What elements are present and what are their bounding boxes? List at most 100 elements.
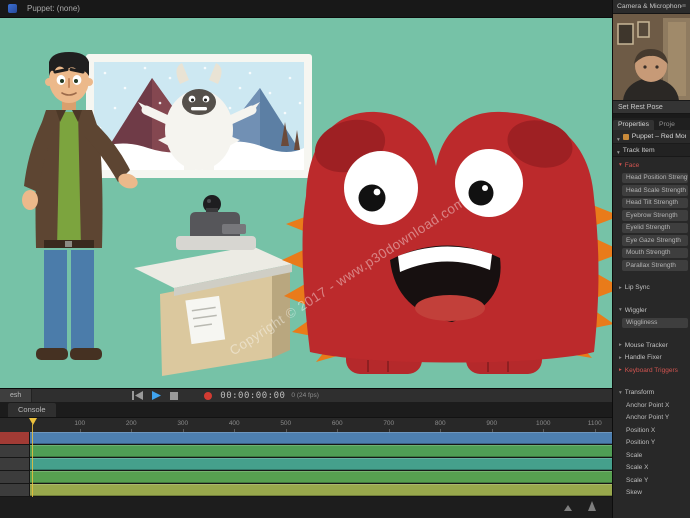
property-row[interactable]: Keyboard Triggers (613, 364, 690, 377)
stop-icon[interactable] (170, 391, 179, 400)
property-row[interactable]: Anchor Point X (613, 399, 690, 412)
property-row[interactable]: Mouth Strength (613, 247, 690, 260)
property-row[interactable]: Scale (613, 449, 690, 462)
property-label: Scale Y (626, 476, 649, 484)
property-row[interactable]: Scale X (613, 462, 690, 475)
ruler-number: 800 (415, 418, 467, 432)
property-label: Eyelid Strength (622, 222, 688, 233)
property-row[interactable]: Head Scale Strength (613, 184, 690, 197)
property-row[interactable]: Mouse Tracker (613, 339, 690, 352)
track-header[interactable] (0, 445, 30, 457)
play-icon[interactable] (152, 391, 162, 400)
property-row[interactable]: Lip Sync (613, 282, 690, 295)
mesh-tab[interactable]: esh (0, 389, 33, 402)
zoom-out-icon[interactable] (564, 505, 572, 511)
playhead[interactable] (32, 424, 33, 497)
property-row[interactable]: Face (613, 159, 690, 172)
property-label: Transform (624, 389, 655, 397)
timecode: 00:00:00:00 (220, 390, 286, 401)
property-label: Anchor Point X (626, 401, 670, 409)
camera-panel-title: Camera & Microphone (617, 3, 682, 10)
property-row[interactable]: Wiggler (613, 304, 690, 317)
record-icon[interactable] (204, 391, 213, 400)
property-row[interactable]: Position X (613, 424, 690, 437)
property-row[interactable]: Head Tilt Strength (613, 197, 690, 210)
property-label: Mouth Strength (622, 247, 688, 258)
console-tab[interactable]: Console (8, 403, 56, 417)
property-row[interactable]: Transform (613, 387, 690, 400)
set-rest-pose-button[interactable]: Set Rest Pose (613, 100, 690, 114)
right-panel-tabs: Properties Proje (613, 118, 690, 130)
scene-viewport[interactable]: Copyright © 2017 - www.p30download.com (0, 18, 612, 388)
right-panel: Camera & Microphone ≡ Set Rest Pose Prop… (612, 0, 690, 518)
track-bar[interactable] (30, 471, 612, 483)
track-bar[interactable] (30, 445, 612, 457)
track-bar[interactable] (30, 484, 612, 496)
property-label: Face (624, 161, 640, 169)
app-icon (8, 4, 17, 13)
track-row[interactable] (0, 484, 612, 497)
properties-list: Face Head Position Strength Head Scale S… (613, 157, 690, 518)
track-header[interactable] (0, 471, 30, 483)
track-bar[interactable] (30, 432, 612, 444)
property-row[interactable]: Eye Gaze Strength (613, 234, 690, 247)
ruler-number: 1100 (569, 418, 612, 432)
camera-panel-header[interactable]: Camera & Microphone ≡ (613, 0, 690, 14)
property-label: Skew (626, 489, 642, 497)
ruler-number: 200 (106, 418, 158, 432)
property-row[interactable]: Skew (613, 487, 690, 500)
property-row[interactable]: Eyelid Strength (613, 222, 690, 235)
ruler-number: 900 (466, 418, 518, 432)
ruler-number: 700 (363, 418, 415, 432)
property-label: Position Y (626, 439, 656, 447)
track-row[interactable] (0, 432, 612, 445)
property-label: Scale X (626, 464, 649, 472)
track-bar[interactable] (30, 458, 612, 470)
ruler-number: 100 (54, 418, 106, 432)
track-row[interactable] (0, 471, 612, 484)
track-header[interactable] (0, 458, 30, 470)
track-row[interactable] (0, 458, 612, 471)
ruler-number: 1000 (518, 418, 570, 432)
property-label: Position X (626, 426, 656, 434)
property-label: Head Position Strength (622, 172, 688, 183)
paper-sheet (185, 295, 226, 345)
property-label: Wiggler (624, 306, 647, 314)
property-label: Mouse Tracker (624, 341, 668, 349)
track-item-header[interactable]: Track Item (613, 144, 690, 157)
zoom-in-icon[interactable] (588, 501, 596, 511)
property-label: Parallax Strength (622, 260, 688, 271)
track-header[interactable] (0, 432, 30, 444)
property-row[interactable]: Eyebrow Strength (613, 209, 690, 222)
property-label: Wiggliness (622, 317, 688, 328)
puppet-menu-label[interactable]: Puppet: (none) (27, 4, 80, 13)
property-label: Eyebrow Strength (622, 210, 688, 221)
property-row[interactable]: Wiggliness (613, 317, 690, 330)
property-row[interactable]: Anchor Point Y (613, 412, 690, 425)
character-animator-app: Puppet: (none) Copyright © 2017 - www.p3… (0, 0, 690, 518)
property-row[interactable]: Head Position Strength (613, 172, 690, 185)
timeline-ruler[interactable]: 100 200 300 400 500 600 700 800 900 1000 1100 (0, 418, 612, 432)
red-monster-character (282, 111, 612, 374)
property-row[interactable]: Scale Y (613, 474, 690, 487)
puppet-title-row[interactable]: Puppet – Red Mon (613, 130, 690, 144)
track-header[interactable] (0, 484, 30, 496)
scene-canvas[interactable]: Copyright © 2017 - www.p30download.com (0, 18, 612, 388)
timeline-footer (0, 497, 612, 518)
panel-menu-icon[interactable]: ≡ (682, 3, 686, 10)
property-label: Anchor Point Y (626, 414, 670, 422)
playhead-handle[interactable] (29, 418, 37, 425)
ruler-number: 400 (209, 418, 261, 432)
property-row[interactable]: Parallax Strength (613, 259, 690, 272)
property-row[interactable]: Handle Fixer (613, 352, 690, 365)
property-label: Head Scale Strength (622, 185, 688, 196)
track-row[interactable] (0, 445, 612, 458)
fps-label: 0 (24 fps) (291, 392, 319, 399)
property-label: Scale (626, 451, 643, 459)
top-menu-bar: Puppet: (none) (0, 0, 612, 18)
property-label: Eye Gaze Strength (622, 235, 688, 246)
tab-project[interactable]: Proje (654, 120, 680, 130)
property-row[interactable]: Position Y (613, 437, 690, 450)
property-label: Handle Fixer (624, 354, 662, 362)
skip-to-start-icon[interactable] (132, 391, 144, 400)
